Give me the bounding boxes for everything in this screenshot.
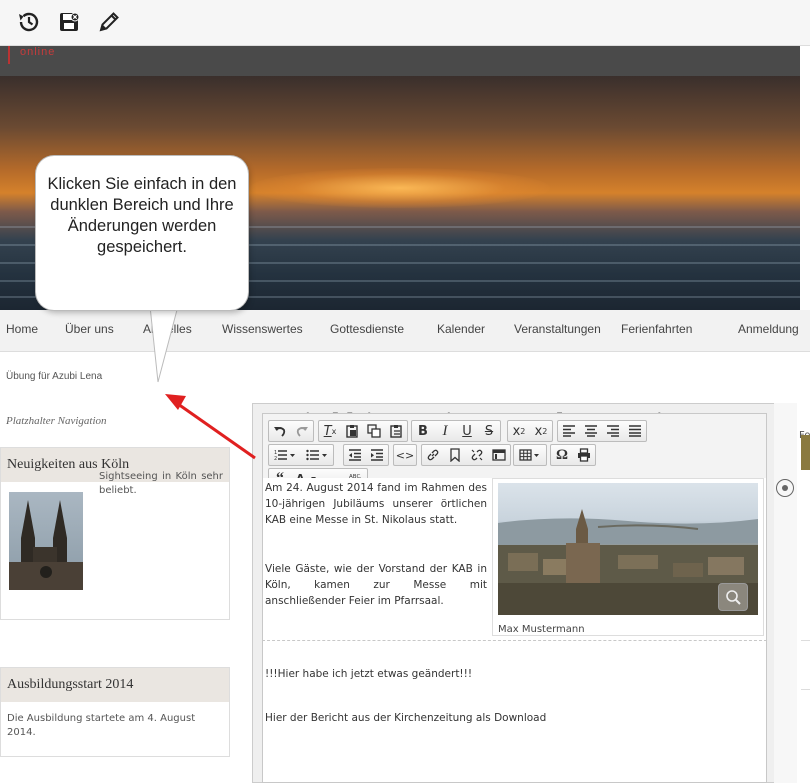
toolbar-group-script: x2 x2: [507, 420, 553, 442]
article-paragraph-2[interactable]: Viele Gäste, wie der Vorstand der KAB in…: [265, 561, 487, 609]
toolbar-group-align: [557, 420, 647, 442]
right-column-accent: [801, 435, 810, 470]
indent-icon[interactable]: [366, 445, 388, 465]
site-header: online: [0, 46, 800, 76]
nav-item-about[interactable]: Über uns: [65, 322, 114, 336]
breadcrumb[interactable]: Übung für Azubi Lena: [6, 371, 102, 382]
changed-text[interactable]: !!!Hier habe ich jetzt etwas geändert!!!: [265, 666, 685, 682]
editor-settings-icon[interactable]: [776, 479, 794, 497]
right-column: Fo: [797, 360, 810, 783]
redo-icon[interactable]: [291, 421, 313, 441]
history-icon[interactable]: [14, 7, 44, 37]
tooltip-text: Klicken Sie einfach in den dunklen Berei…: [47, 175, 237, 256]
logo-mark: [8, 46, 10, 64]
nav-item-calendar[interactable]: Kalender: [437, 322, 485, 336]
content-separator: [262, 640, 767, 641]
undo-icon[interactable]: [269, 421, 291, 441]
underline-icon[interactable]: U: [456, 421, 478, 441]
site-logo-text: online: [20, 46, 56, 58]
image-caption: Max Mustermann: [498, 624, 585, 635]
outdent-icon[interactable]: [344, 445, 366, 465]
nav-item-services[interactable]: Gottesdienste: [330, 322, 404, 336]
media-icon[interactable]: [488, 445, 510, 465]
italic-icon[interactable]: I: [434, 421, 456, 441]
toolbar-group-links: [421, 444, 511, 466]
toolbar-group-clipboard: Tx: [318, 420, 408, 442]
subscript-icon[interactable]: x2: [508, 421, 530, 441]
anchor-icon[interactable]: [444, 445, 466, 465]
toolbar-group-indent: [343, 444, 389, 466]
nav-item-holiday-trips[interactable]: Ferienfahrten: [621, 322, 692, 336]
sun-glow: [250, 168, 550, 208]
tooltip-tail: [150, 306, 179, 383]
strikethrough-icon[interactable]: S: [478, 421, 500, 441]
toolbar-group-table: [513, 444, 547, 466]
save-close-icon[interactable]: [54, 7, 84, 37]
tooltip-bubble: Klicken Sie einfach in den dunklen Berei…: [36, 156, 248, 310]
paste-text-icon[interactable]: [385, 421, 407, 441]
ordered-list-icon[interactable]: 12: [269, 445, 301, 465]
download-text[interactable]: Hier der Bericht aus der Kirchenzeitung …: [265, 710, 705, 726]
superscript-icon[interactable]: x2: [530, 421, 552, 441]
nav-item-events[interactable]: Veranstaltungen: [514, 322, 601, 336]
edit-pencil-icon[interactable]: [94, 7, 124, 37]
zoom-image-button[interactable]: [718, 583, 748, 611]
align-right-icon[interactable]: [602, 421, 624, 441]
toolbar-group-source: <>: [393, 444, 417, 466]
table-icon[interactable]: [514, 445, 546, 465]
nav-item-registration[interactable]: Anmeldung: [738, 322, 799, 336]
source-code-icon[interactable]: <>: [394, 445, 416, 465]
training-box-text: Die Ausbildung startete am 4. August 201…: [7, 713, 196, 738]
toolbar-group-format: B I U S: [411, 420, 501, 442]
main-navigation: Home Über uns Aktuelles Wissenswertes Go…: [0, 310, 810, 352]
admin-toolbar: [0, 0, 810, 46]
placeholder-navigation: Platzhalter Navigation: [6, 415, 107, 427]
print-icon[interactable]: [573, 445, 595, 465]
editor-side-panel: [774, 403, 797, 783]
pointer-arrow: [165, 394, 256, 460]
toolbar-group-history: [268, 420, 314, 442]
toolbar-group-lists: 12: [268, 444, 334, 466]
special-char-icon[interactable]: Ω: [551, 445, 573, 465]
news-box-text: Sightseeing in Köln sehr beliebt.: [99, 471, 223, 496]
svg-text:2: 2: [274, 456, 277, 461]
align-center-icon[interactable]: [580, 421, 602, 441]
training-box: Ausbildungsstart 2014 Die Ausbildung sta…: [0, 667, 230, 757]
training-box-title[interactable]: Ausbildungsstart 2014: [1, 668, 229, 702]
cathedral-image[interactable]: [9, 492, 83, 590]
article-paragraph-1[interactable]: Am 24. August 2014 fand im Rahmen des 10…: [265, 480, 487, 528]
news-box: Neuigkeiten aus Köln Sightseeing in Köln…: [0, 447, 230, 620]
bold-icon[interactable]: B: [412, 421, 434, 441]
copy-icon[interactable]: [363, 421, 385, 441]
nav-item-knowledge[interactable]: Wissenswertes: [222, 322, 303, 336]
link-icon[interactable]: [422, 445, 444, 465]
nav-item-home[interactable]: Home: [6, 322, 38, 336]
paste-icon[interactable]: [341, 421, 363, 441]
right-column-lines: [801, 640, 810, 690]
align-left-icon[interactable]: [558, 421, 580, 441]
remove-format-icon[interactable]: Tx: [319, 421, 341, 441]
justify-icon[interactable]: [624, 421, 646, 441]
unlink-icon[interactable]: [466, 445, 488, 465]
toolbar-group-insert: Ω: [550, 444, 596, 466]
unordered-list-icon[interactable]: [301, 445, 333, 465]
